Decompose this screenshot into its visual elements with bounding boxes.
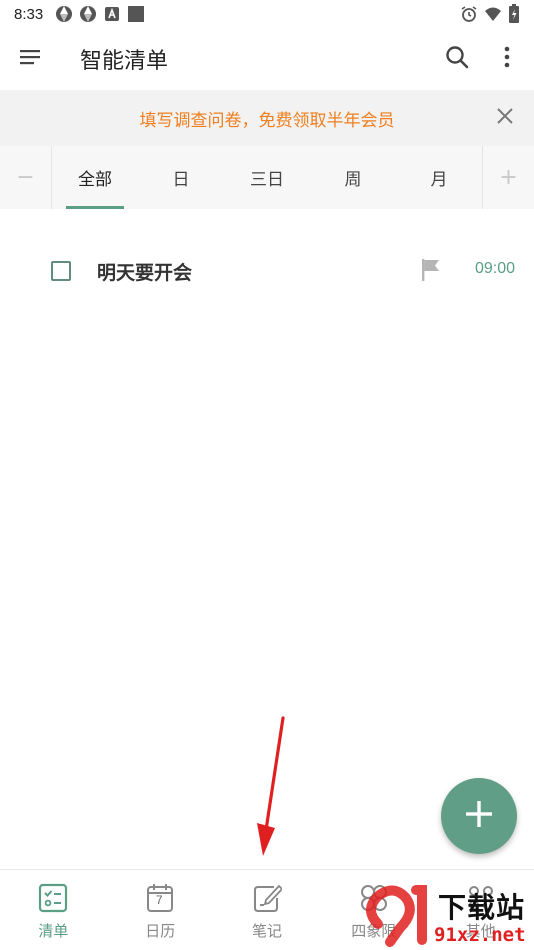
tab-week[interactable]: 周 bbox=[310, 146, 396, 209]
task-row[interactable]: 明天要开会 09:00 bbox=[0, 244, 534, 298]
tabs-increase-button[interactable]: + bbox=[482, 146, 534, 209]
nav-label-list: 清单 bbox=[38, 922, 69, 940]
app-a-icon bbox=[103, 5, 121, 23]
task-checkbox[interactable] bbox=[51, 261, 71, 281]
range-tabs: − 全部 日 三日 周 月 + bbox=[0, 146, 534, 209]
task-title[interactable]: 明天要开会 bbox=[97, 258, 192, 285]
annotation-arrow bbox=[250, 715, 295, 860]
checklist-icon bbox=[37, 882, 69, 914]
tab-day[interactable]: 日 bbox=[138, 146, 224, 209]
more-vert-icon bbox=[504, 46, 510, 72]
nav-label-notes: 笔记 bbox=[251, 922, 282, 940]
shutter-icon bbox=[55, 5, 73, 23]
nav-item-calendar[interactable]: 7 日历 bbox=[107, 870, 214, 950]
banner-close-button[interactable] bbox=[490, 103, 520, 133]
status-bar: 8:33 bbox=[0, 0, 534, 28]
nav-item-list[interactable]: 清单 bbox=[0, 870, 107, 950]
search-icon bbox=[445, 45, 469, 73]
tab-list: 全部 日 三日 周 月 bbox=[52, 146, 482, 209]
shutter-icon bbox=[79, 5, 97, 23]
survey-banner[interactable]: 填写调查问卷，免费领取半年会员 bbox=[0, 90, 534, 146]
page-title: 智能清单 bbox=[80, 49, 169, 74]
search-button[interactable] bbox=[432, 28, 482, 90]
calendar-icon: 7 bbox=[144, 882, 176, 914]
tab-three-days[interactable]: 三日 bbox=[224, 146, 310, 209]
task-time: 09:00 bbox=[474, 260, 515, 277]
status-time: 8:33 bbox=[14, 5, 44, 23]
close-icon bbox=[496, 107, 514, 129]
tab-all[interactable]: 全部 bbox=[52, 146, 138, 209]
menu-icon bbox=[20, 49, 40, 69]
tabs-decrease-button[interactable]: − bbox=[0, 146, 52, 209]
plus-icon bbox=[464, 799, 494, 833]
square-icon bbox=[127, 5, 145, 23]
alarm-icon bbox=[460, 5, 478, 27]
add-task-button[interactable] bbox=[441, 778, 517, 854]
status-right-icons bbox=[460, 4, 520, 28]
note-edit-icon bbox=[251, 882, 283, 914]
nav-label-calendar: 日历 bbox=[145, 922, 176, 940]
banner-text[interactable]: 填写调查问卷，免费领取半年会员 bbox=[140, 106, 395, 131]
menu-button[interactable] bbox=[0, 28, 60, 90]
calendar-day-number: 7 bbox=[155, 893, 163, 907]
watermark-logo-icon bbox=[366, 885, 427, 947]
more-button[interactable] bbox=[482, 28, 532, 90]
nav-item-notes[interactable]: 笔记 bbox=[214, 870, 321, 950]
watermark: 下载站 91xz.net bbox=[360, 880, 534, 950]
battery-icon bbox=[508, 4, 520, 28]
watermark-url: 91xz.net bbox=[434, 924, 526, 946]
wifi-icon bbox=[484, 5, 502, 27]
app-bar: 智能清单 bbox=[0, 28, 534, 90]
tab-month[interactable]: 月 bbox=[396, 146, 482, 209]
watermark-text: 下载站 bbox=[438, 891, 526, 924]
flag-icon[interactable] bbox=[420, 258, 442, 282]
